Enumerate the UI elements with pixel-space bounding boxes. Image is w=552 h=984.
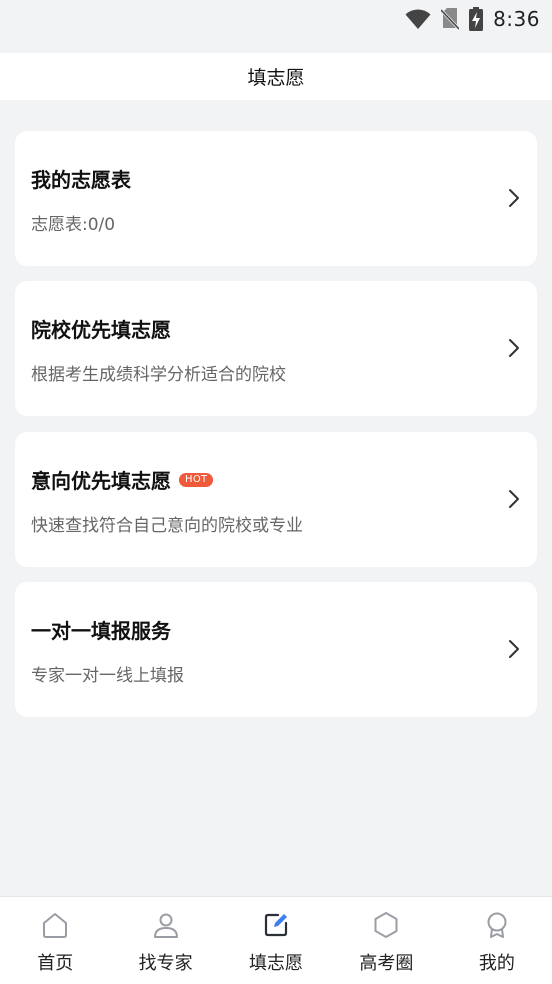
status-bar: 8:36	[0, 0, 552, 38]
card-title: 一对一填报服务	[31, 619, 171, 643]
card-subtitle: 专家一对一线上填报	[31, 666, 184, 686]
status-time: 8:36	[493, 7, 540, 31]
chevron-right-icon	[509, 339, 519, 357]
card-title: 院校优先填志愿	[31, 318, 171, 342]
hexagon-icon	[374, 912, 398, 938]
tab-label: 我的	[478, 953, 515, 974]
card-school-priority[interactable]: 院校优先填志愿 根据考生成绩科学分析适合的院校	[15, 281, 537, 416]
card-subtitle: 快速查找符合自己意向的院校或专业	[31, 516, 303, 536]
card-subtitle: 志愿表:0/0	[31, 215, 116, 235]
tab-fill-volunteer[interactable]: 填志愿	[221, 897, 331, 984]
home-icon	[43, 913, 68, 938]
card-subtitle: 根据考生成绩科学分析适合的院校	[31, 365, 286, 385]
card-title-row: 我的志愿表	[31, 164, 131, 193]
no-sim-icon	[441, 8, 460, 30]
chevron-right-icon	[509, 490, 519, 508]
tab-label: 找专家	[138, 953, 193, 974]
card-title-row: 一对一填报服务	[31, 615, 171, 644]
battery-charging-icon	[469, 7, 484, 31]
chevron-right-icon	[509, 189, 519, 207]
tab-find-expert[interactable]: 找专家	[110, 897, 220, 984]
tab-gaokao-circle[interactable]: 高考圈	[331, 897, 441, 984]
card-title: 意向优先填志愿	[31, 469, 171, 493]
card-title: 我的志愿表	[31, 168, 131, 192]
card-intention-priority[interactable]: 意向优先填志愿 HOT 快速查找符合自己意向的院校或专业	[15, 432, 537, 567]
tab-label: 填志愿	[249, 953, 304, 974]
nav-bar: 填志愿	[0, 53, 552, 100]
bottom-tab-bar: 首页 找专家 填志愿 高考圈 我的	[0, 896, 552, 984]
tab-label: 首页	[37, 953, 74, 974]
person-icon	[153, 913, 178, 938]
tab-mine[interactable]: 我的	[442, 897, 552, 984]
tab-label: 高考圈	[359, 953, 414, 974]
edit-icon	[264, 913, 288, 937]
chevron-right-icon	[509, 640, 519, 658]
page-title: 填志愿	[247, 67, 305, 89]
card-title-row: 意向优先填志愿 HOT	[31, 465, 214, 494]
tab-home[interactable]: 首页	[0, 897, 110, 984]
wifi-icon	[405, 9, 431, 29]
card-title-row: 院校优先填志愿	[31, 314, 171, 343]
card-my-volunteer-list[interactable]: 我的志愿表 志愿表:0/0	[15, 131, 537, 266]
hot-badge: HOT	[179, 472, 214, 487]
status-icons: 8:36	[405, 6, 540, 32]
card-one-on-one-service[interactable]: 一对一填报服务 专家一对一线上填报	[15, 582, 537, 717]
medal-icon	[487, 912, 507, 938]
